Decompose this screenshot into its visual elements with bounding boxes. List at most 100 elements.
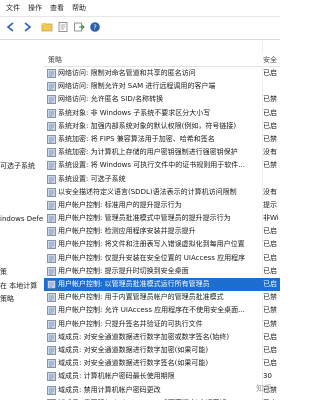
policy-icon <box>47 161 56 171</box>
policy-name: 用户帐户控制: 用于内置管理员帐户的管理员批准模式 <box>58 293 224 302</box>
tree-item-policy[interactable]: 策 <box>0 267 7 277</box>
security-setting: 已启 <box>263 227 277 236</box>
policy-icon <box>47 69 56 78</box>
policy-icon <box>47 372 56 382</box>
table-row[interactable]: 系统设置: 将 Windows 可执行文件中的证书规则用于软件... 已禁 <box>44 159 280 172</box>
security-setting: 已禁 <box>263 161 277 170</box>
table-row[interactable]: 用户帐户控制: 将文件和注册表写入错误虚拟化到每用户位置 已启 <box>44 238 280 251</box>
table-row[interactable]: 用户帐户控制: 标准用户的提升提示行为 提示 <box>44 199 280 212</box>
policy-icon <box>47 227 56 237</box>
table-row[interactable]: 系统对象: 加强内部系统对象的默认权限(例如，符号链接) 已启 <box>44 120 280 133</box>
policy-name: 用户帐户控制: 检测应用程序安装并提示提升 <box>58 227 196 236</box>
table-row[interactable]: 用户帐户控制: 检测应用程序安装并提示提升 已启 <box>44 225 280 238</box>
policy-icon <box>47 201 56 210</box>
policy-name: 用户帐户控制: 只提升签名并验证的可执行文件 <box>58 319 203 328</box>
watermark: 知乎 <box>256 384 272 393</box>
policy-name: 域成员: 对安全通道数据进行数字加密(如果可能) <box>58 345 209 354</box>
security-setting: 已启 <box>263 253 277 262</box>
menu-file[interactable]: 文件 <box>6 3 20 13</box>
tree-item-optional-subsystems[interactable]: 可选子系统 <box>0 161 35 171</box>
table-row[interactable]: 网络访问: 允许匿名 SID/名称转换 已禁 <box>44 93 280 106</box>
table-row[interactable]: 系统设置: 可选子系统 <box>44 173 280 186</box>
security-setting: 已启 <box>263 266 277 275</box>
policy-name: 网络访问: 限制允许对 SAM 进行远程调用的客户端 <box>58 82 216 91</box>
policy-icon <box>47 332 56 342</box>
menu-view[interactable]: 查看 <box>50 3 64 13</box>
menu-help[interactable]: 帮助 <box>72 3 86 13</box>
security-setting: 已启 <box>263 121 277 130</box>
policy-name: 用户帐户控制: 标准用户的提升提示行为 <box>58 200 182 209</box>
table-row[interactable]: 以安全描述符定义语言(SDDL)语法表示的计算机访问限制 没有 <box>44 186 280 199</box>
table-row[interactable]: 用户帐户控制: 管理员批准模式中管理员的提升提示行为 非Wi <box>44 212 280 225</box>
navigation-tree: 可选子系统 indows Defe 策 在 本地计算 策略 <box>0 40 45 400</box>
security-setting: 已启 <box>263 345 277 354</box>
table-row[interactable]: 用户帐户控制: 提示提升时切换到安全桌面 已启 <box>44 265 280 278</box>
table-row[interactable]: 系统对象: 非 Windows 子系统不要求区分大小写 已启 <box>44 107 280 120</box>
policy-icon <box>47 135 56 144</box>
policy-name: 系统对象: 加强内部系统对象的默认权限(例如，符号链接) <box>58 121 237 130</box>
policy-icon <box>47 82 56 92</box>
back-icon[interactable] <box>5 21 17 33</box>
security-setting: 已禁 <box>263 95 277 104</box>
policy-icon <box>47 319 56 329</box>
menu-action[interactable]: 操作 <box>28 3 42 13</box>
table-row[interactable]: 用户帐户控制: 仅提升安装在安全位置的 UIAccess 应用程序 已启 <box>44 252 280 265</box>
up-folder-icon[interactable] <box>41 21 53 33</box>
policy-icon <box>47 95 56 105</box>
policy-name: 用户帐户控制: 仅提升安装在安全位置的 UIAccess 应用程序 <box>58 253 246 262</box>
security-setting: 已禁 <box>263 134 277 143</box>
forward-icon[interactable] <box>21 21 33 33</box>
policy-icon <box>47 240 56 250</box>
policy-icon <box>47 306 56 316</box>
table-row[interactable]: 系统加密: 为计算机上存储的用户密钥强制进行强密钥保护 没有 <box>44 146 280 159</box>
security-setting: 提示 <box>263 200 277 209</box>
table-row[interactable]: 系统加密: 将 FIPS 兼容算法用于加密、哈希和签名 已禁 <box>44 133 280 146</box>
table-row[interactable]: 域成员: 禁用计算机帐户密码更改 已禁 <box>44 384 280 397</box>
column-header-policy[interactable]: 策略 <box>48 55 62 65</box>
security-setting: 非Wi <box>263 214 279 223</box>
table-row[interactable]: 用户帐户控制: 允许 UIAccess 应用程序在不使用安全桌面... 已禁 <box>44 304 280 317</box>
column-header-security[interactable]: 安全 <box>263 55 277 65</box>
policy-name: 用户帐户控制: 提示提升时切换到安全桌面 <box>58 266 189 275</box>
policy-name: 用户帐户控制: 允许 UIAccess 应用程序在不使用安全桌面... <box>58 306 245 315</box>
policy-name: 域成员: 禁用计算机帐户密码更改 <box>58 385 161 394</box>
security-setting: 没有 <box>263 187 277 196</box>
table-row[interactable]: 用户帐户控制: 只提升签名并验证的可执行文件 已禁 <box>44 318 280 331</box>
table-row[interactable]: 域成员: 对安全通道数据进行数字加密或数字签名(始终) 已启 <box>44 331 280 344</box>
policy-name: 系统设置: 将 Windows 可执行文件中的证书规则用于软件... <box>58 161 245 170</box>
table-row[interactable]: 用户帐户控制: 以管理员批准模式运行所有管理员 已启 <box>44 278 280 292</box>
table-row[interactable]: 网络访问: 限制对命名管道和共享的匿名访问 已启 <box>44 67 280 80</box>
security-setting: 已禁 <box>263 306 277 315</box>
local-security-policy-window: 文件 操作 查看 帮助 ? 可选子系统 indows Defe 策 在 本地计算… <box>0 0 280 400</box>
policy-icon <box>47 293 56 303</box>
policy-icon <box>47 346 56 355</box>
policy-icon <box>47 148 56 157</box>
security-setting: 已启 <box>263 108 277 117</box>
table-row[interactable]: 网络访问: 限制允许对 SAM 进行远程调用的客户端 <box>44 80 280 93</box>
policy-icon <box>47 280 56 289</box>
table-row[interactable]: 域成员: 对安全通道数据进行数字签名(如果可能) 已启 <box>44 357 280 370</box>
table-row[interactable]: 域成员: 计算机帐户密码最长使用期限 30 <box>44 370 280 383</box>
menu-bar: 文件 操作 查看 帮助 <box>0 0 280 17</box>
security-setting: 已启 <box>263 359 277 368</box>
table-row[interactable]: 用户帐户控制: 用于内置管理员帐户的管理员批准模式 已禁 <box>44 291 280 304</box>
policy-name: 以安全描述符定义语言(SDDL)语法表示的计算机访问限制 <box>58 187 237 196</box>
tree-item-policies[interactable]: 策略 <box>0 294 14 304</box>
help-icon[interactable]: ? <box>89 21 101 33</box>
security-setting: 已禁 <box>263 293 277 302</box>
policy-name: 系统设置: 可选子系统 <box>58 174 126 183</box>
tree-item-windows-defender[interactable]: indows Defe <box>0 215 43 223</box>
table-row[interactable]: 域成员: 对安全通道数据进行数字加密(如果可能) 已启 <box>44 344 280 357</box>
policy-icon <box>47 174 56 184</box>
policy-name: 域成员: 对安全通道数据进行数字签名(如果可能) <box>58 359 209 368</box>
policy-name: 网络访问: 限制对命名管道和共享的匿名访问 <box>58 69 196 77</box>
security-setting: 已启 <box>263 280 277 288</box>
security-setting: 30 <box>263 372 272 381</box>
export-icon[interactable] <box>73 21 85 33</box>
svg-text:?: ? <box>93 23 97 31</box>
tree-item-local-computer[interactable]: 在 本地计算 <box>0 281 37 291</box>
policy-icon <box>47 385 56 395</box>
policy-name: 用户帐户控制: 管理员批准模式中管理员的提升提示行为 <box>58 214 231 223</box>
properties-icon[interactable] <box>57 21 69 33</box>
security-setting: 已启 <box>263 240 277 249</box>
